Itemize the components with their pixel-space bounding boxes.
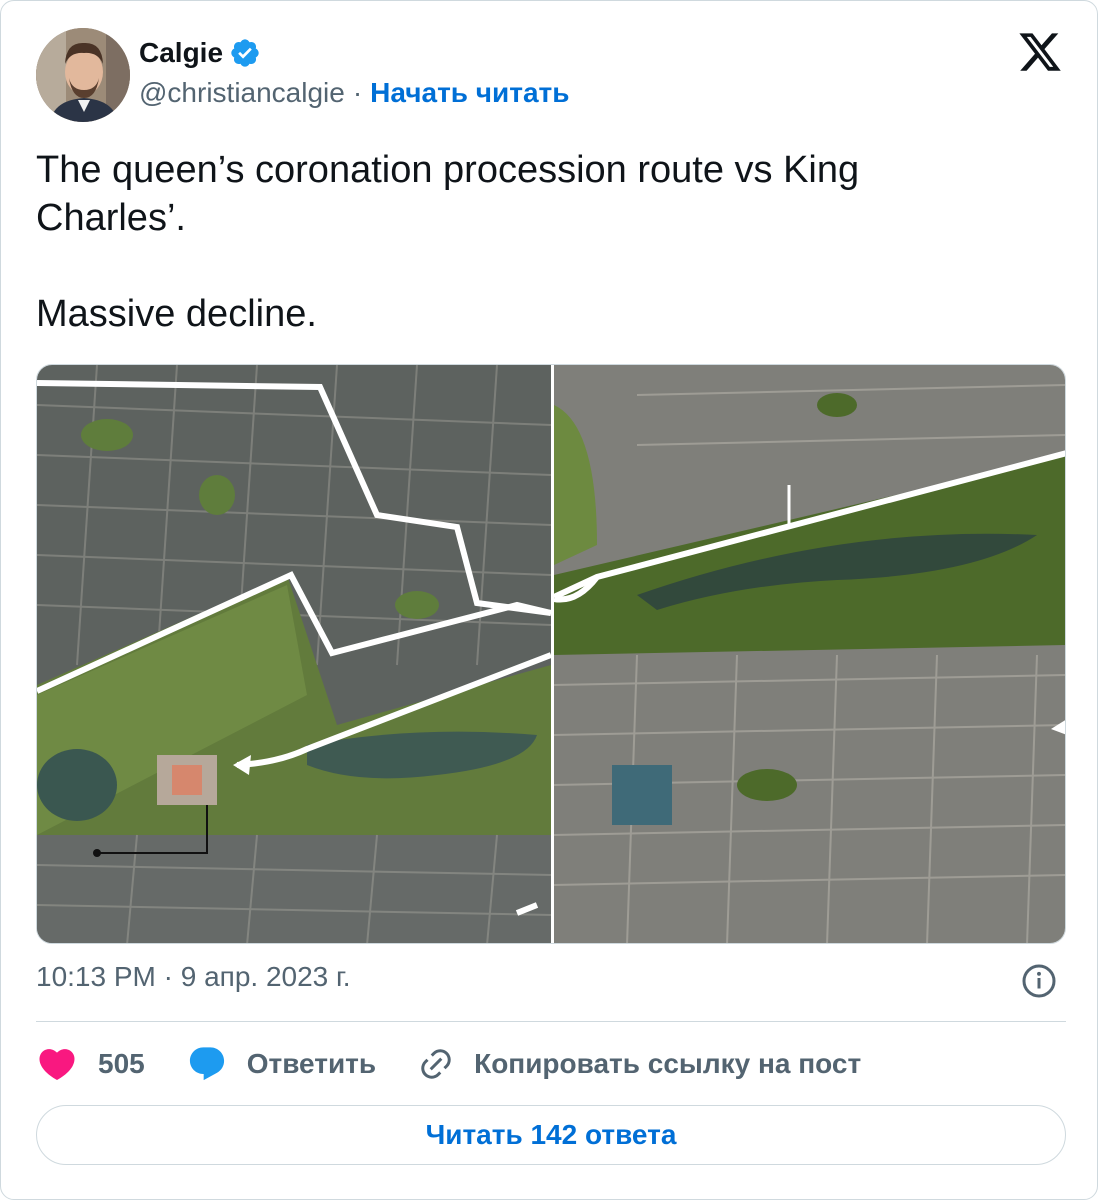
like-button[interactable]: 505 bbox=[36, 1043, 145, 1085]
copy-link-label: Копировать ссылку на пост bbox=[474, 1048, 862, 1079]
tweet-text: The queen’s coronation procession route … bbox=[36, 149, 860, 335]
follow-link[interactable]: Начать читать bbox=[370, 77, 569, 109]
copy-link-button[interactable]: Копировать ссылку на пост bbox=[418, 1046, 861, 1082]
author-name[interactable]: Calgie bbox=[139, 37, 223, 69]
divider bbox=[36, 1021, 1066, 1022]
reply-label: Ответить bbox=[246, 1048, 377, 1079]
heart-icon bbox=[39, 1049, 75, 1081]
author-handle-row: @christiancalgie · Начать читать bbox=[139, 77, 569, 109]
tweet-media-image[interactable] bbox=[36, 364, 1066, 944]
reply-button[interactable]: Ответить bbox=[187, 1044, 376, 1084]
tweet-card: Calgie @christiancalgie · Начать читать … bbox=[0, 0, 1098, 1200]
speech-bubble-icon bbox=[189, 1047, 224, 1081]
avatar-photo bbox=[36, 28, 130, 122]
author-handle[interactable]: @christiancalgie bbox=[139, 77, 345, 109]
handle-separator: · bbox=[352, 77, 363, 108]
left-map-panel bbox=[37, 365, 553, 943]
info-icon[interactable] bbox=[1021, 963, 1057, 999]
author-avatar[interactable] bbox=[36, 28, 130, 122]
tweet-timestamp[interactable]: 10:13 PM · 9 апр. 2023 г. bbox=[36, 961, 351, 993]
verified-badge-icon bbox=[229, 37, 261, 69]
x-logo-icon[interactable] bbox=[1017, 29, 1063, 75]
link-icon bbox=[421, 1049, 451, 1079]
read-replies-button[interactable]: Читать 142 ответа bbox=[36, 1105, 1066, 1165]
like-count: 505 bbox=[98, 1048, 145, 1079]
right-map-panel bbox=[552, 365, 1065, 943]
route-comparison-maps bbox=[37, 365, 1065, 943]
action-bar: 505 Ответить Копировать ссылку на пост bbox=[36, 1041, 903, 1087]
author-name-row[interactable]: Calgie bbox=[139, 37, 261, 69]
